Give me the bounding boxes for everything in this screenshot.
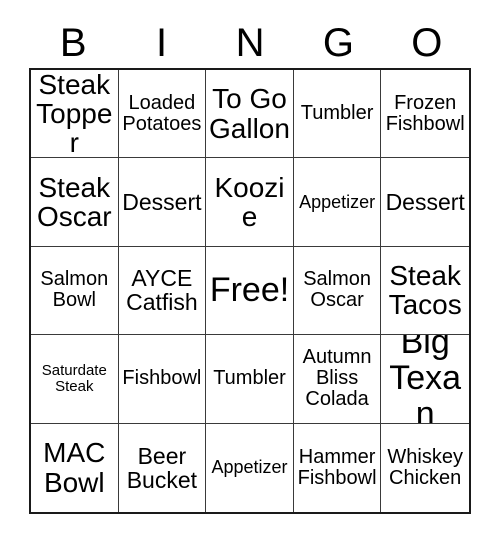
bingo-free-space[interactable]: Free! <box>206 246 294 336</box>
bingo-square[interactable]: Beer Bucket <box>118 423 207 512</box>
bingo-card: B I N G O Steak Topper Loaded Potatoes To Go G… <box>0 0 500 544</box>
bingo-square-label: Steak Oscar <box>36 171 112 233</box>
bingo-square-label: Tumbler <box>213 367 286 390</box>
bingo-square-label: Free! <box>209 270 290 309</box>
bingo-square[interactable]: Dessert <box>381 158 469 247</box>
bingo-square-label: Loaded Potatoes <box>122 91 202 135</box>
bingo-square-label: Saturdate Steak <box>41 362 107 395</box>
bingo-square[interactable]: Frozen Fishbowl <box>381 70 469 159</box>
bingo-square[interactable]: To Go Gallon <box>206 70 294 159</box>
bingo-square[interactable]: Steak Oscar <box>31 158 119 247</box>
bingo-square-label: Hammer Fishbowl <box>297 445 377 489</box>
bingo-header-letter-b: B <box>59 21 87 65</box>
bingo-square-label: Koozie <box>214 171 285 233</box>
bingo-header-letter-n: N <box>235 21 265 65</box>
bingo-square[interactable]: Steak Topper <box>31 70 119 159</box>
bingo-square[interactable]: Koozie <box>206 158 294 247</box>
bingo-square-label: Whiskey Chicken <box>387 445 463 489</box>
bingo-square-label: Steak Topper <box>36 70 113 159</box>
bingo-square-label: Fishbowl <box>122 367 202 390</box>
bingo-square-label: Dessert <box>122 189 202 216</box>
bingo-square-label: To Go Gallon <box>209 83 290 144</box>
bingo-square-label: Beer Bucket <box>126 442 198 493</box>
bingo-grid: Steak Topper Loaded Potatoes To Go Gallon T… <box>29 68 471 514</box>
bingo-square[interactable]: Fishbowl <box>118 335 207 424</box>
bingo-square[interactable]: Appetizer <box>293 158 382 247</box>
bingo-square[interactable]: Salmon Bowl <box>31 246 119 336</box>
bingo-square[interactable]: Appetizer <box>206 423 294 512</box>
bingo-square-label: Frozen Fishbowl <box>385 91 465 135</box>
bingo-square-label: Salmon Oscar <box>303 268 371 312</box>
bingo-square-label: Autumn Bliss Colada <box>302 346 372 411</box>
bingo-header-letter-o: O <box>411 21 443 65</box>
bingo-square-label: Appetizer <box>299 191 376 212</box>
bingo-square[interactable]: Whiskey Chicken <box>381 423 469 512</box>
bingo-square[interactable]: Loaded Potatoes <box>118 70 207 159</box>
bingo-square-label: Tumbler <box>300 102 374 125</box>
bingo-square[interactable]: AYCE Catfish <box>118 246 207 336</box>
bingo-square[interactable]: Big Texan <box>381 335 469 424</box>
bingo-square[interactable]: Saturdate Steak <box>31 335 119 424</box>
bingo-square-label: Big Texan <box>389 335 462 424</box>
bingo-square[interactable]: Dessert <box>118 158 207 247</box>
bingo-header: BINGO <box>29 18 471 68</box>
bingo-header-letter-i: I <box>156 21 168 65</box>
bingo-square-label: AYCE Catfish <box>126 265 198 316</box>
bingo-square[interactable]: Salmon Oscar <box>293 246 382 336</box>
bingo-square-label: Salmon Bowl <box>40 268 109 312</box>
bingo-square[interactable]: Steak Tacos <box>381 246 469 336</box>
bingo-square[interactable]: Autumn Bliss Colada <box>293 335 382 424</box>
bingo-square-label: Appetizer <box>211 457 288 478</box>
bingo-square-label: Dessert <box>385 189 465 216</box>
bingo-square[interactable]: MAC Bowl <box>31 423 119 512</box>
bingo-header-letter-g: G <box>322 21 354 65</box>
bingo-square[interactable]: Tumbler <box>293 70 382 159</box>
bingo-square[interactable]: Hammer Fishbowl <box>293 423 382 512</box>
bingo-square-label: MAC Bowl <box>43 437 106 498</box>
bingo-square[interactable]: Tumbler <box>206 335 294 424</box>
bingo-square-label: Steak Tacos <box>388 260 462 321</box>
